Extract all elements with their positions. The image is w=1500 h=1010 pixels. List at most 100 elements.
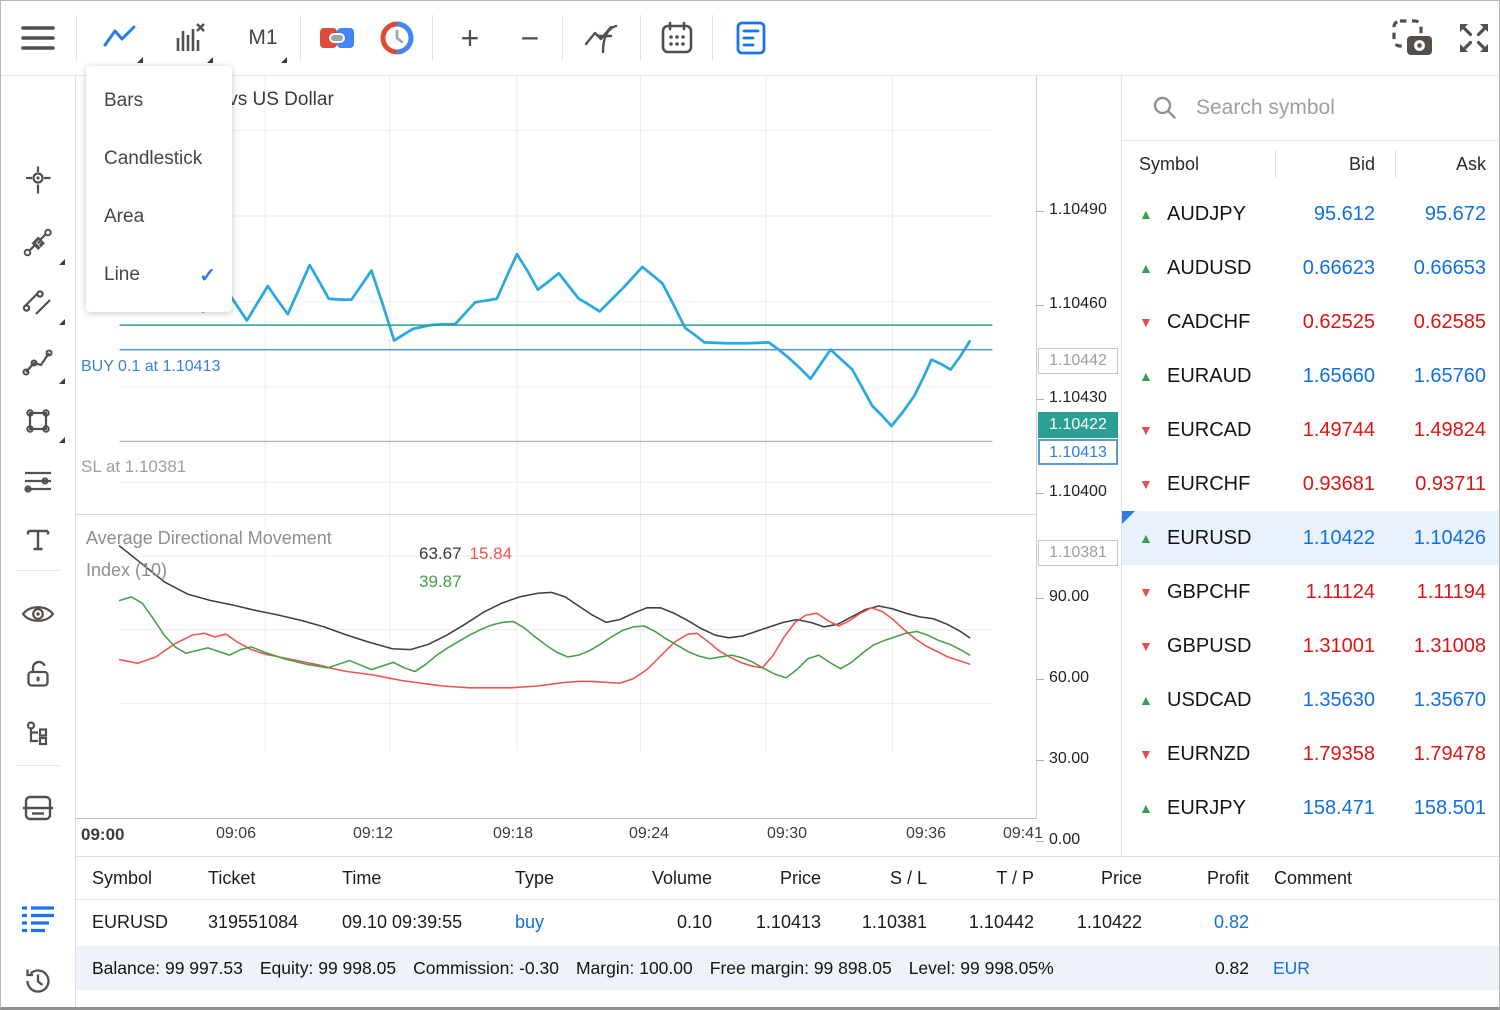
quote-row[interactable]: USDCAD1.356301.35670 [1122, 673, 1500, 727]
quote-row[interactable]: AUDJPY95.61295.672 [1122, 187, 1500, 241]
col-tp[interactable]: T / P [934, 857, 1034, 900]
quote-row[interactable]: GBPUSD1.310011.31008 [1122, 619, 1500, 673]
col-type[interactable]: Type [515, 857, 600, 900]
position-row[interactable]: EURUSD 319551084 09.10 09:39:55 buy 0.10… [76, 901, 1500, 945]
fibonacci-tool-button[interactable]: F [9, 217, 67, 269]
trend-down-icon [1139, 314, 1159, 330]
symbol-label: CADCHF [1167, 311, 1279, 334]
symbol-label: USDCAD [1167, 689, 1279, 712]
col-time[interactable]: Time [342, 857, 507, 900]
history-panel-button[interactable] [9, 955, 67, 1007]
quote-row[interactable]: EURAUD1.656601.65760 [1122, 349, 1500, 403]
dropdown-corner-icon [137, 57, 143, 63]
level-value: 99 998.05% [960, 958, 1053, 978]
market-watch-toggle-button[interactable] [727, 9, 775, 67]
crosshair-button[interactable] [9, 155, 67, 207]
symbol-label: EURCAD [1167, 419, 1279, 442]
menu-button[interactable] [15, 9, 61, 67]
col-sl[interactable]: S / L [827, 857, 927, 900]
ask-price-tag: 1.10422 [1038, 412, 1118, 438]
print-button[interactable] [9, 782, 67, 834]
bid-column-header[interactable]: Bid [1279, 154, 1375, 175]
trading-sessions-button[interactable] [373, 9, 421, 67]
account-currency[interactable]: EUR [1273, 946, 1310, 990]
time-tick: 09:00 [81, 825, 161, 845]
price-axis[interactable]: 1.10490 1.10460 1.10430 1.10400 1.10442 … [1037, 76, 1120, 819]
equity-item: Equity: 99 998.05 [260, 958, 396, 979]
hamburger-icon [21, 24, 55, 52]
balance-label: Balance: [92, 958, 160, 978]
timeframe-button[interactable]: M1 [237, 9, 289, 67]
col-ticket[interactable]: Ticket [208, 857, 328, 900]
col-profit[interactable]: Profit [1149, 857, 1249, 900]
zoom-out-button[interactable]: − [506, 9, 554, 67]
margin-label: Margin: [576, 958, 634, 978]
remove-indicator-button[interactable] [165, 9, 215, 67]
menu-item-bars[interactable]: Bars [86, 72, 232, 130]
visibility-button[interactable] [9, 588, 67, 640]
text-tool-button[interactable] [9, 515, 67, 567]
unlock-button[interactable] [9, 648, 67, 700]
position-tp: 1.10442 [934, 901, 1034, 944]
level-label: Level: [909, 958, 956, 978]
symbol-label: EURAUD [1167, 365, 1279, 388]
rectangle-shape-icon [22, 405, 54, 437]
drawing-toolbar: F [1, 76, 76, 1009]
menu-item-area[interactable]: Area [86, 188, 232, 246]
menu-item-line[interactable]: Line✓ [86, 246, 232, 304]
position-type: buy [515, 901, 600, 944]
eye-icon [21, 601, 55, 627]
quote-row[interactable]: EURJPY158.471158.501 [1122, 781, 1500, 835]
quote-row[interactable]: CADCHF0.625250.62585 [1122, 295, 1500, 349]
fibonacci-icon: F [22, 227, 54, 259]
chart-type-button[interactable] [95, 9, 145, 67]
col-comment[interactable]: Comment [1274, 857, 1404, 900]
time-tick: 09:30 [747, 825, 827, 843]
toolbar-separator [640, 15, 641, 61]
pane-separator[interactable] [76, 514, 1120, 515]
ask-value: 0.93711 [1375, 473, 1486, 496]
position-price-tag: 1.10413 [1038, 439, 1118, 465]
screenshot-button[interactable] [1389, 9, 1437, 67]
symbol-label: AUDJPY [1167, 203, 1279, 226]
fullscreen-button[interactable] [1451, 9, 1497, 67]
search-icon [1152, 95, 1178, 121]
quote-row[interactable]: GBPCHF1.111241.11194 [1122, 565, 1500, 619]
object-tree-button[interactable] [9, 708, 67, 760]
shapes-button[interactable] [9, 395, 67, 447]
timeframe-label: M1 [248, 26, 277, 50]
series-group [120, 226, 970, 688]
object-tree-icon [23, 719, 53, 749]
zoom-in-button[interactable]: + [446, 9, 494, 67]
col-symbol[interactable]: Symbol [92, 857, 202, 900]
quote-row[interactable]: EURCAD1.497441.49824 [1122, 403, 1500, 457]
ask-column-header[interactable]: Ask [1375, 154, 1486, 175]
price-tick: 1.10460 [1049, 295, 1107, 313]
polyline-button[interactable] [9, 336, 67, 388]
quote-row[interactable]: EURNZD1.793581.79478 [1122, 727, 1500, 781]
quote-row[interactable]: EURCHF0.936810.93711 [1122, 457, 1500, 511]
time-axis[interactable]: 09:00 09:06 09:12 09:18 09:24 09:30 09:3… [76, 821, 1120, 856]
col-price[interactable]: Price [721, 857, 821, 900]
symbol-label: GBPCHF [1167, 581, 1279, 604]
economic-calendar-button[interactable] [653, 9, 701, 67]
minus-di-value: 15.84 [470, 544, 513, 563]
quote-row-selected[interactable]: EURUSD1.104221.10426 [1122, 511, 1500, 565]
indicators-button[interactable] [577, 9, 627, 67]
trade-panel-button[interactable] [9, 893, 67, 945]
quote-row[interactable]: AUDUSD0.666230.66653 [1122, 241, 1500, 295]
trend-up-icon [1139, 692, 1159, 708]
time-tick: 09:24 [609, 825, 689, 843]
col-current-price[interactable]: Price [1042, 857, 1142, 900]
level-lines [120, 325, 993, 441]
one-click-trading-button[interactable] [313, 9, 361, 67]
col-volume[interactable]: Volume [612, 857, 712, 900]
commission-label: Commission: [413, 958, 514, 978]
bid-value: 1.10422 [1279, 527, 1375, 550]
search-input[interactable] [1196, 96, 1446, 120]
symbol-column-header[interactable]: Symbol [1139, 154, 1279, 175]
levels-button[interactable] [9, 455, 67, 507]
bid-value: 158.471 [1279, 797, 1375, 820]
menu-item-candlestick[interactable]: Candlestick [86, 130, 232, 188]
channels-button[interactable] [9, 277, 67, 329]
